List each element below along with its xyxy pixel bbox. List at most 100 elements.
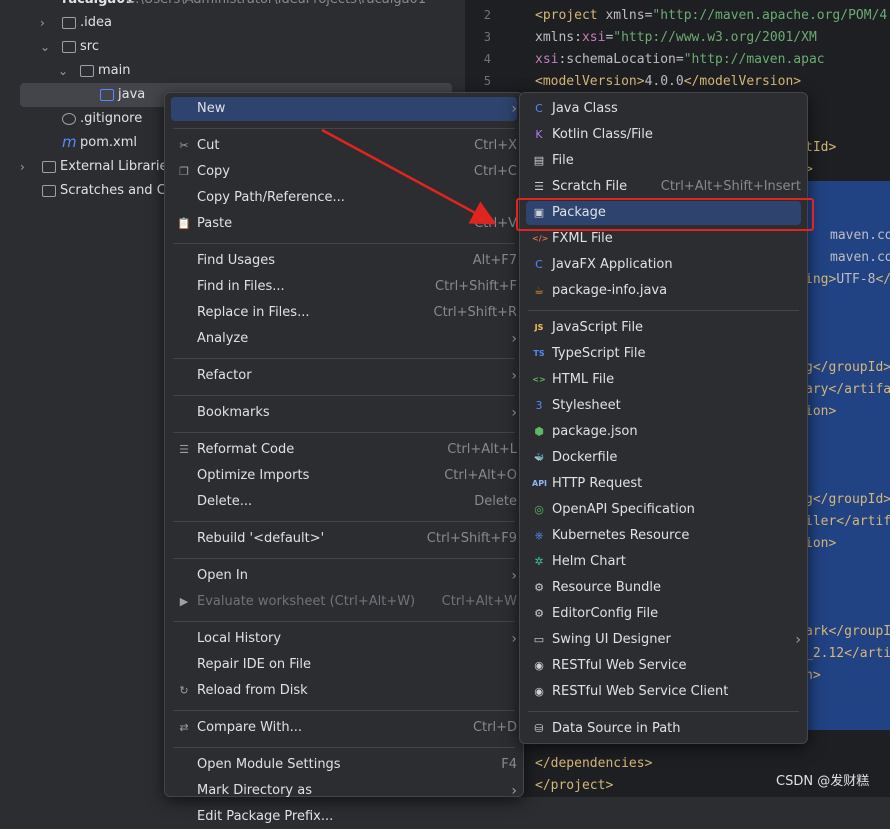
menu-item-resource-bundle[interactable]: ⚙ Resource Bundle [526, 576, 801, 600]
library-icon [42, 161, 56, 173]
menu-separator [173, 747, 515, 748]
tree-item-label: Scratches and C [60, 183, 166, 198]
menu-item-shortcut: Ctrl+C [473, 164, 517, 179]
tree-arrow-icon[interactable]: › [40, 11, 45, 35]
menu-item-cut[interactable]: ✂ Cut Ctrl+X [171, 134, 517, 158]
menu-item-label: Kotlin Class/File [552, 127, 653, 142]
menu-item-replace-in-files[interactable]: Replace in Files... Ctrl+Shift+R [171, 301, 517, 325]
menu-item-bookmarks[interactable]: Bookmarks › [171, 401, 517, 425]
menu-item-openapi-specification[interactable]: ◎ OpenAPI Specification [526, 498, 801, 522]
menu-item-stylesheet[interactable]: 3 Stylesheet [526, 394, 801, 418]
menu-item-label: JavaScript File [552, 320, 644, 335]
menu-item-typescript-file[interactable]: TS TypeScript File [526, 342, 801, 366]
copy-icon: ❐ [179, 165, 189, 178]
menu-item-label: Resource Bundle [552, 580, 662, 595]
code-token: g</groupId> [805, 360, 890, 375]
menu-item-analyze[interactable]: Analyze › [171, 327, 517, 351]
menu-item-kubernetes-resource[interactable]: ⎈ Kubernetes Resource [526, 524, 801, 548]
menu-item-shortcut: Ctrl+Alt+L [447, 442, 517, 457]
code-token: maven.compi [830, 250, 890, 265]
menu-item-label: Find Usages [197, 253, 276, 268]
menu-item-restful-web-service-client[interactable]: ◉ RESTful Web Service Client [526, 680, 801, 704]
menu-item-restful-web-service[interactable]: ◉ RESTful Web Service [526, 654, 801, 678]
javascript-icon: JS [534, 323, 544, 332]
tree-item-label: External Librarie [60, 159, 168, 174]
code-token: :schemaLocation= [558, 52, 684, 67]
menu-item-rebuild-default[interactable]: Rebuild '<default>' Ctrl+Shift+F9 [171, 527, 517, 551]
menu-separator [173, 558, 515, 559]
menu-item-label: RESTful Web Service Client [552, 684, 729, 699]
menu-item-optimize-imports[interactable]: Optimize Imports Ctrl+Alt+O [171, 464, 517, 488]
tree-arrow-icon[interactable]: › [20, 155, 25, 179]
web-service-client-icon: ◉ [534, 685, 544, 698]
chevron-right-icon: › [511, 405, 517, 421]
tree-arrow-icon[interactable]: ⌄ [58, 59, 68, 83]
menu-item-java-class[interactable]: C Java Class [526, 97, 801, 121]
menu-item-copy-path-reference[interactable]: Copy Path/Reference... [171, 186, 517, 210]
menu-item-label: HTTP Request [552, 476, 643, 491]
chevron-right-icon: › [511, 101, 517, 117]
menu-item-delete[interactable]: Delete... Delete [171, 490, 517, 514]
openapi-icon: ◎ [534, 503, 544, 516]
menu-item-label: Delete... [197, 494, 253, 509]
folder-icon [62, 41, 76, 53]
menu-item-shortcut: Ctrl+D [472, 720, 517, 735]
menu-item-label: TypeScript File [552, 346, 646, 361]
menu-item-swing-ui-designer[interactable]: ▭ Swing UI Designer › [526, 628, 801, 652]
menu-item-new[interactable]: New › [171, 97, 517, 121]
menu-item-editorconfig-file[interactable]: ⚙ EditorConfig File [526, 602, 801, 626]
scratches-icon [42, 185, 56, 197]
menu-item-label: Reformat Code [197, 442, 295, 457]
tree-arrow-icon[interactable]: ⌄ [40, 35, 50, 59]
code-token: ing> [805, 272, 837, 287]
menu-item-dockerfile[interactable]: 🐳 Dockerfile [526, 446, 801, 470]
menu-item-local-history[interactable]: Local History › [171, 627, 517, 651]
menu-item-mark-directory-as[interactable]: Mark Directory as › [171, 779, 517, 803]
menu-item-open-module-settings[interactable]: Open Module Settings F4 [171, 753, 517, 777]
menu-item-find-usages[interactable]: Find Usages Alt+F7 [171, 249, 517, 273]
menu-item-edit-package-prefix[interactable]: Edit Package Prefix... [171, 805, 517, 829]
menu-item-refactor[interactable]: Refactor › [171, 364, 517, 388]
menu-item-file[interactable]: ▤ File [526, 149, 801, 173]
menu-item-http-request[interactable]: API HTTP Request [526, 472, 801, 496]
chevron-right-icon: › [511, 331, 517, 347]
code-token: <modelVersion> [535, 74, 645, 89]
menu-item-open-in[interactable]: Open In › [171, 564, 517, 588]
code-token: xsi [581, 30, 606, 45]
code-token: ark</groupI [805, 624, 890, 639]
menu-item-shortcut: Ctrl+Alt+W [441, 594, 517, 609]
tree-item-label: java [118, 87, 146, 102]
menu-item-copy[interactable]: ❐ Copy Ctrl+C [171, 160, 517, 184]
menu-item-label: Bookmarks [197, 405, 270, 420]
menu-item-label: Swing UI Designer [552, 632, 671, 647]
line-number: 3 [483, 30, 491, 44]
menu-item-label: New [197, 101, 226, 116]
menu-item-paste[interactable]: 📋 Paste Ctrl+V [171, 212, 517, 236]
menu-item-find-in-files[interactable]: Find in Files... Ctrl+Shift+F [171, 275, 517, 299]
code-line: ion> [805, 533, 836, 555]
menu-item-html-file[interactable]: <> HTML File [526, 368, 801, 392]
menu-item-scratch-file[interactable]: ☰ Scratch File Ctrl+Alt+Shift+Insert [526, 175, 801, 199]
package-info-icon: ☕ [534, 284, 544, 297]
editorconfig-icon: ⚙ [534, 607, 544, 620]
menu-item-package-json[interactable]: ⬢ package.json [526, 420, 801, 444]
menu-separator [528, 711, 799, 712]
menu-item-reformat-code[interactable]: ☰ Reformat Code Ctrl+Alt+L [171, 438, 517, 462]
code-line: </dependencies> [535, 753, 652, 775]
code-token: _2.12</arti [805, 646, 890, 661]
code-line: g</groupId> [805, 357, 890, 379]
menu-item-javafx-application[interactable]: C JavaFX Application [526, 253, 801, 277]
menu-item-kotlin-class-file[interactable]: K Kotlin Class/File [526, 123, 801, 147]
menu-item-reload-from-disk[interactable]: ↻ Reload from Disk [171, 679, 517, 703]
resource-bundle-icon: ⚙ [534, 581, 544, 594]
paste-icon: 📋 [177, 217, 191, 230]
menu-item-data-source-in-path[interactable]: ⛁ Data Source in Path [526, 717, 801, 741]
menu-item-package-info-java[interactable]: ☕ package-info.java [526, 279, 801, 303]
menu-item-compare-with[interactable]: ⇄ Compare With... Ctrl+D [171, 716, 517, 740]
code-line: ion> [805, 401, 836, 423]
menu-item-repair-ide-on-file[interactable]: Repair IDE on File [171, 653, 517, 677]
menu-item-javascript-file[interactable]: JS JavaScript File [526, 316, 801, 340]
menu-item-helm-chart[interactable]: ✲ Helm Chart [526, 550, 801, 574]
menu-item-label: Scratch File [552, 179, 628, 194]
code-token: </dependencies> [535, 756, 653, 771]
